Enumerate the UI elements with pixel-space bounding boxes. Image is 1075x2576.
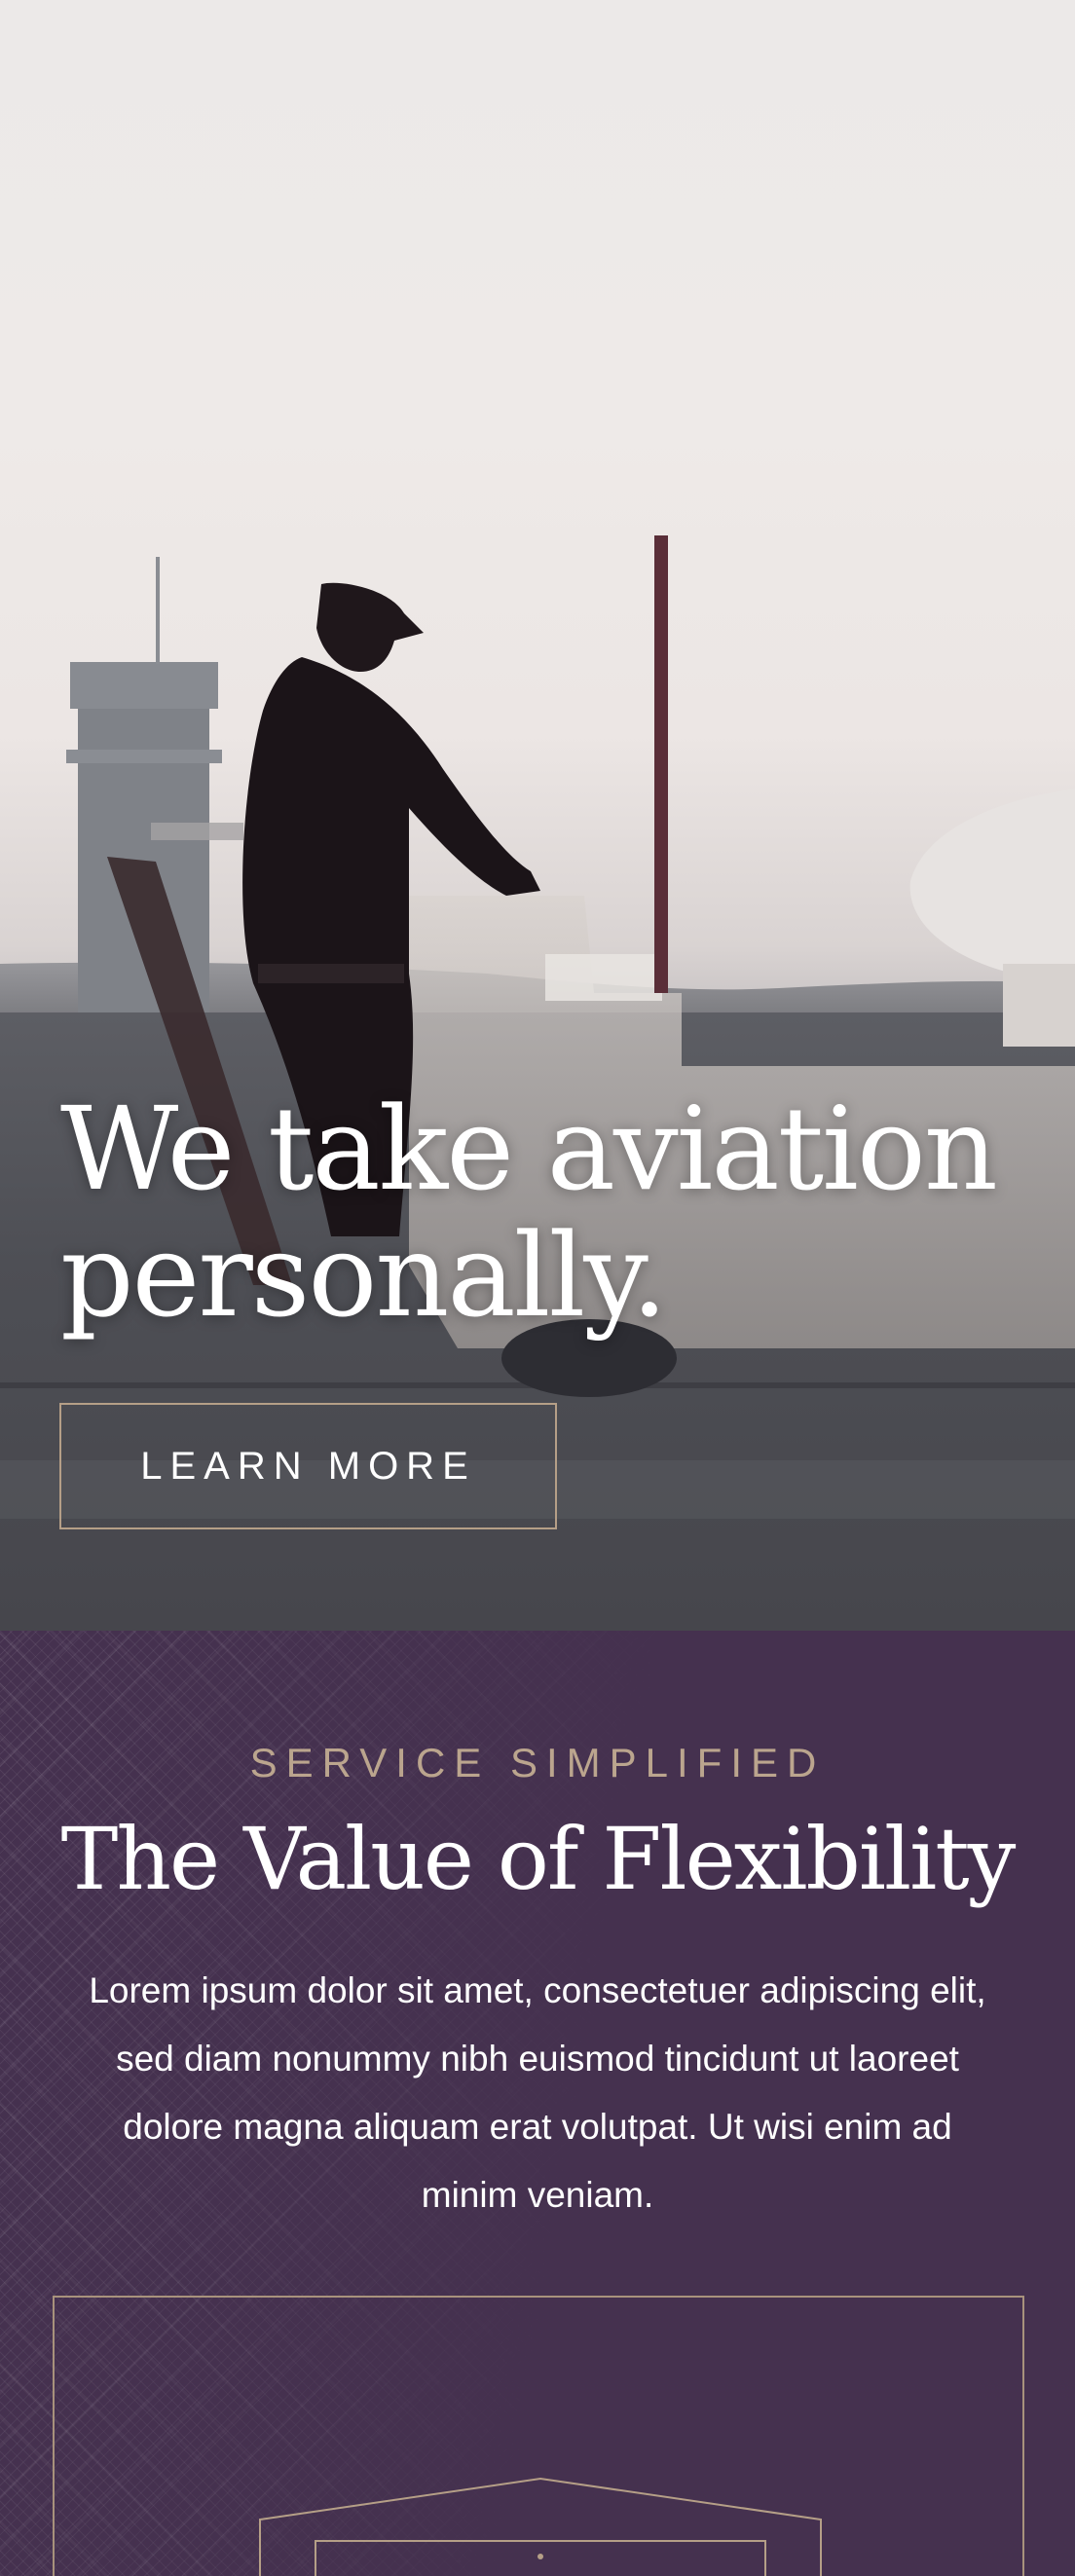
section-eyebrow: SERVICE SIMPLIFIED [249,1740,826,1785]
feature-card [53,2296,1024,2576]
page: We take aviation personally. LEARN MORE … [0,0,1075,2576]
learn-more-button[interactable]: LEARN MORE [59,1403,557,1529]
section-title: The Value of Flexibility [60,1809,1017,1909]
wing-emblem-icon [259,2477,822,2576]
section-body: Lorem ipsum dolor sit amet, consectetuer… [89,1970,986,2215]
hero-title: We take aviation personally. [60,1082,998,1343]
hero-section: We take aviation personally. LEARN MORE [0,0,1075,1631]
value-section: SERVICE SIMPLIFIED The Value of Flexibil… [0,1631,1075,2576]
hero-photo [0,535,1075,1631]
